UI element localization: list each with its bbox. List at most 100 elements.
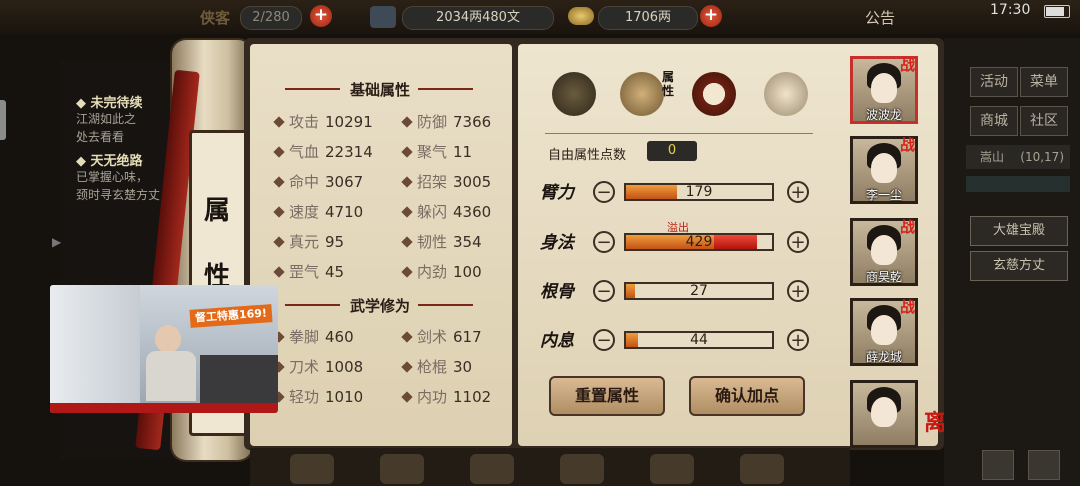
stat-value: 45 — [325, 263, 345, 281]
location-name: 嵩山 — [980, 150, 1005, 164]
bottom-icon-1[interactable] — [290, 454, 334, 484]
video-window-area — [50, 285, 140, 413]
martial-stat-6: 内功 1102 — [401, 386, 492, 407]
place-label-1: 大雄宝殿 — [992, 223, 1045, 238]
basic-stat-5: 命中 3067 — [273, 171, 364, 192]
live-video-overlay[interactable]: 督工特惠169! — [50, 285, 278, 413]
stat-value: 460 — [325, 328, 354, 346]
quest-title-2[interactable]: ◆ 天无绝路 — [76, 150, 143, 169]
stat-name: 命中 — [289, 173, 320, 191]
diamond-icon — [273, 206, 285, 218]
top-bar: 侠客 2/280 + 2034两480文 1706两 + 公告 17:30 — [0, 0, 1080, 34]
edge-handle[interactable] — [0, 100, 6, 140]
stat-name: 内劲 — [417, 263, 448, 281]
portrait-face — [871, 315, 897, 345]
decrease-button[interactable]: − — [593, 329, 615, 351]
bottom-right-icon-2[interactable] — [1028, 450, 1060, 480]
in-battle-badge: 战 — [900, 298, 916, 316]
notice-button[interactable]: 公告 — [865, 7, 895, 28]
stat-name: 真元 — [289, 233, 320, 251]
attribute-value: 27 — [690, 283, 708, 299]
meridian-tab-icon[interactable] — [764, 72, 808, 116]
increase-button[interactable]: + — [787, 329, 809, 351]
shop-button[interactable]: 商城 — [970, 106, 1018, 136]
portrait-face — [871, 73, 897, 103]
place-item-2[interactable]: 玄慈方丈 — [970, 251, 1068, 281]
video-person-head — [155, 325, 181, 353]
attribute-tab-label: 属性 — [662, 70, 675, 98]
stat-name: 聚气 — [417, 143, 448, 161]
team-member-name: 波波龙 — [865, 108, 902, 122]
martial-stat-4: 枪棍 30 — [401, 356, 472, 377]
reset-attributes-button[interactable]: 重置属性 — [549, 376, 665, 416]
decrease-button[interactable]: − — [593, 280, 615, 302]
diamond-icon — [401, 206, 413, 218]
battery-icon — [1044, 5, 1070, 18]
money-icon — [370, 6, 396, 28]
capacity-readout: 2/280 — [240, 6, 302, 30]
yin-yang-tab-icon[interactable] — [692, 72, 736, 116]
video-promo-banner: 督工特惠169! — [189, 304, 273, 328]
stat-name: 剑术 — [417, 328, 448, 346]
menu-button[interactable]: 菜单 — [1020, 67, 1068, 97]
bottom-right-icon-1[interactable] — [982, 450, 1014, 480]
bottom-icon-4[interactable] — [560, 454, 604, 484]
diamond-icon — [401, 361, 413, 373]
bottom-icon-2[interactable] — [380, 454, 424, 484]
attribute-value: 429 — [685, 234, 713, 250]
martial-stat-1: 拳脚 460 — [273, 326, 354, 347]
add-gold-button[interactable]: + — [700, 5, 722, 27]
basic-stat-3: 气血 22314 — [273, 141, 373, 162]
divider — [545, 133, 813, 134]
gold-ingot-icon — [568, 7, 594, 25]
team-member-name: 薛龙城 — [865, 350, 902, 364]
diamond-icon — [401, 391, 413, 403]
add-capacity-button[interactable]: + — [310, 5, 332, 27]
stat-name: 速度 — [289, 203, 320, 221]
place-item-1[interactable]: 大雄宝殿 — [970, 216, 1068, 246]
increase-button[interactable]: + — [787, 280, 809, 302]
quest-body-2-line-1: 已掌握心味， — [76, 170, 149, 184]
equipment-tab-icon[interactable] — [552, 72, 596, 116]
attribute-tab-icon[interactable] — [620, 72, 664, 116]
stat-value: 3005 — [453, 173, 492, 191]
stat-value: 3067 — [325, 173, 364, 191]
stat-value: 1102 — [453, 388, 492, 406]
stat-value: 4710 — [325, 203, 364, 221]
attribute-bar-4: 44 — [624, 331, 774, 349]
decrease-button[interactable]: − — [593, 231, 615, 253]
money-readout: 2034两480文 — [402, 6, 554, 30]
community-button[interactable]: 社区 — [1020, 106, 1068, 136]
martial-stat-3: 刀术 1008 — [273, 356, 363, 377]
video-person-body — [146, 351, 196, 401]
basic-stat-7: 速度 4710 — [273, 201, 364, 222]
stat-name: 枪棍 — [417, 358, 448, 376]
stat-name: 内功 — [417, 388, 448, 406]
decrease-button[interactable]: − — [593, 181, 615, 203]
team-member-name: 商昊乾 — [865, 270, 902, 284]
basic-stat-11: 罡气 45 — [273, 261, 345, 282]
place-label-2: 玄慈方丈 — [992, 258, 1045, 273]
confirm-points-button[interactable]: 确认加点 — [689, 376, 805, 416]
activity-button[interactable]: 活动 — [970, 67, 1018, 97]
bottom-icon-5[interactable] — [650, 454, 694, 484]
gold-readout: 1706两 — [598, 6, 698, 30]
stat-value: 10291 — [325, 113, 373, 131]
martial-stat-5: 轻功 1010 — [273, 386, 363, 407]
increase-button[interactable]: + — [787, 181, 809, 203]
diamond-icon — [273, 236, 285, 248]
quest-title-1[interactable]: ◆ 未完待续 — [76, 92, 143, 111]
stat-name: 拳脚 — [289, 328, 320, 346]
location-coords: (10,17) — [1020, 150, 1064, 164]
stat-name: 攻击 — [289, 113, 320, 131]
basic-stat-1: 攻击 10291 — [273, 111, 373, 132]
basic-stat-12: 内劲 100 — [401, 261, 482, 282]
team-member-5[interactable] — [850, 380, 918, 448]
expand-arrow-icon[interactable]: ▶ — [52, 235, 66, 249]
stat-name: 刀术 — [289, 358, 320, 376]
increase-button[interactable]: + — [787, 231, 809, 253]
bottom-icon-6[interactable] — [740, 454, 784, 484]
diamond-icon — [401, 331, 413, 343]
attribute-label-4: 内息 — [540, 331, 574, 351]
bottom-icon-3[interactable] — [470, 454, 514, 484]
